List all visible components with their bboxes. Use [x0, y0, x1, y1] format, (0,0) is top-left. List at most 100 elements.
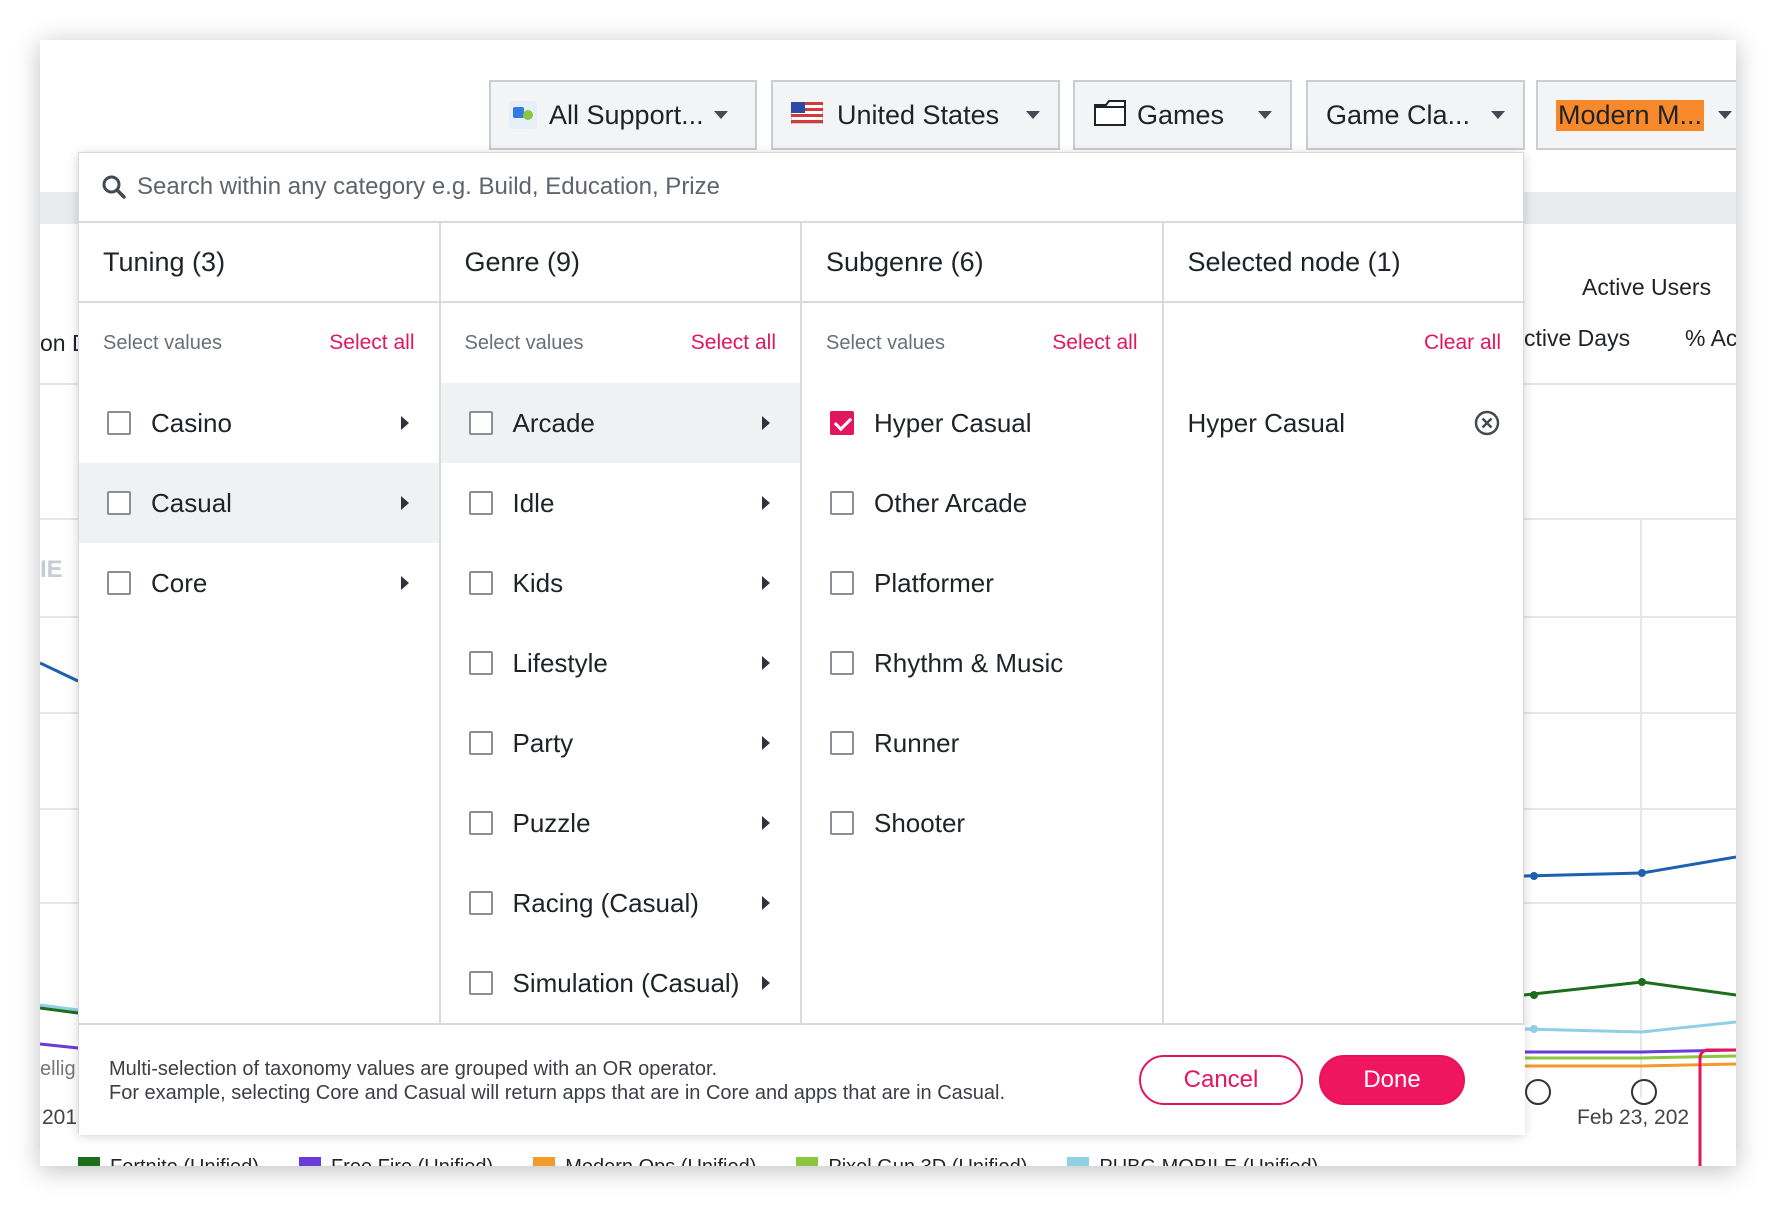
chevron-right-icon[interactable]	[762, 736, 770, 750]
legend-item[interactable]: Fortnite (Unified)	[78, 1156, 259, 1166]
select-values-label: Select values	[826, 331, 945, 354]
chart-point	[1530, 991, 1538, 999]
chevron-right-icon[interactable]	[762, 896, 770, 910]
chart-series-line	[1524, 1062, 1736, 1068]
column-title: Selected node (1)	[1163, 223, 1525, 303]
checkbox[interactable]	[830, 651, 854, 675]
chevron-right-icon[interactable]	[762, 816, 770, 830]
legend-item[interactable]: Pixel Gun 3D (Unified)	[796, 1156, 1027, 1166]
option-row[interactable]: Kids	[441, 543, 801, 623]
option-row[interactable]: Party	[441, 703, 801, 783]
select-values-label: Select values	[103, 331, 222, 354]
clear-all-link[interactable]: Clear all	[1424, 331, 1501, 355]
checkbox[interactable]	[468, 571, 493, 595]
option-row[interactable]: Hyper Casual	[802, 383, 1162, 463]
checkbox[interactable]	[830, 811, 854, 835]
done-button[interactable]: Done	[1319, 1055, 1465, 1105]
option-row[interactable]: Runner	[802, 703, 1162, 783]
column-toolbar: Select values Select all	[802, 303, 1162, 383]
option-row[interactable]: Rhythm & Music	[802, 623, 1162, 703]
selected-node-row: Hyper Casual	[1164, 383, 1526, 463]
checkbox[interactable]	[107, 411, 131, 435]
option-row[interactable]: Platformer	[802, 543, 1162, 623]
select-all-link[interactable]: Select all	[329, 331, 414, 355]
checkbox[interactable]	[468, 411, 493, 435]
legend-label: PUBG MOBILE (Unified)	[1099, 1156, 1318, 1166]
option-label: Arcade	[512, 407, 595, 438]
option-row[interactable]: Simulation (Casual)	[441, 943, 801, 1023]
select-values-label: Select values	[464, 331, 584, 354]
chart-point	[1530, 1025, 1538, 1033]
chart-legend: Fortnite (Unified) Free Fire (Unified) M…	[78, 1156, 1318, 1166]
option-label: Idle	[512, 487, 555, 518]
option-label: Lifestyle	[512, 647, 608, 678]
checkbox[interactable]	[468, 731, 493, 755]
taxonomy-picker-modal: Tuning (3) Select values Select all Casi…	[78, 152, 1525, 1135]
checkbox[interactable]	[830, 491, 854, 515]
option-label: Runner	[874, 727, 960, 758]
checkbox[interactable]	[468, 491, 493, 515]
chevron-right-icon[interactable]	[762, 656, 770, 670]
option-row[interactable]: Casino	[79, 383, 439, 463]
option-label: Casino	[151, 407, 232, 438]
chart-series-line	[1524, 1054, 1736, 1060]
column-title: Subgenre (6)	[802, 223, 1162, 303]
tuning-column: Tuning (3) Select values Select all Casi…	[79, 223, 441, 1023]
option-label: Hyper Casual	[874, 407, 1032, 438]
chevron-right-icon[interactable]	[400, 576, 409, 590]
legend-swatch	[1067, 1156, 1090, 1166]
checkbox[interactable]	[468, 891, 493, 915]
selected-list: Hyper Casual	[1164, 383, 1526, 463]
option-row[interactable]: Core	[79, 543, 439, 623]
chart-series-line	[40, 661, 79, 683]
legend-label: Modern Ops (Unified)	[565, 1156, 756, 1166]
option-label: Shooter	[874, 807, 966, 838]
option-row[interactable]: Puzzle	[441, 783, 801, 863]
chart-point	[1638, 869, 1646, 877]
chart-series-line	[1523, 855, 1736, 878]
legend-label: Pixel Gun 3D (Unified)	[828, 1156, 1027, 1166]
chevron-right-icon[interactable]	[400, 496, 409, 510]
checkbox[interactable]	[107, 571, 131, 595]
legend-item[interactable]: PUBG MOBILE (Unified)	[1067, 1156, 1318, 1166]
option-row[interactable]: Idle	[441, 463, 801, 543]
remove-circle-icon[interactable]	[1473, 409, 1501, 437]
search-input[interactable]	[137, 173, 1437, 201]
chart-series-line	[1523, 980, 1736, 997]
option-row[interactable]: Racing (Casual)	[441, 863, 801, 943]
option-row[interactable]: Lifestyle	[441, 623, 801, 703]
option-row[interactable]: Other Arcade	[802, 463, 1162, 543]
option-row[interactable]: Arcade	[440, 383, 800, 463]
chevron-right-icon[interactable]	[400, 416, 409, 430]
checkbox-checked[interactable]	[830, 411, 854, 435]
legend-item[interactable]: Free Fire (Unified)	[298, 1156, 493, 1166]
select-all-link[interactable]: Select all	[1052, 331, 1137, 355]
checkbox[interactable]	[468, 651, 493, 675]
checkbox[interactable]	[830, 571, 854, 595]
chevron-right-icon[interactable]	[762, 496, 770, 510]
chart-point	[1638, 978, 1646, 986]
checkbox[interactable]	[468, 811, 493, 835]
option-row[interactable]: Casual	[79, 463, 439, 543]
chevron-right-icon[interactable]	[762, 976, 770, 990]
checkbox[interactable]	[107, 491, 131, 515]
taxonomy-columns: Tuning (3) Select values Select all Casi…	[79, 223, 1525, 1023]
legend-swatch	[796, 1156, 819, 1166]
checkbox[interactable]	[468, 971, 493, 995]
chevron-right-icon[interactable]	[762, 576, 770, 590]
subgenre-list: Hyper Casual Other Arcade Platformer Rhythm…	[802, 383, 1162, 863]
legend-swatch	[298, 1156, 321, 1166]
annotation-bubble-icon	[1525, 1079, 1551, 1105]
chevron-right-icon[interactable]	[762, 416, 770, 430]
checkbox[interactable]	[830, 731, 854, 755]
option-label: Core	[151, 567, 208, 598]
legend-item[interactable]: Modern Ops (Unified)	[533, 1156, 756, 1166]
option-label: Kids	[512, 567, 564, 598]
chart-series-line	[40, 1042, 79, 1050]
genre-column: Genre (9) Select values Select all Arcad…	[440, 223, 802, 1023]
cancel-button[interactable]: Cancel	[1139, 1055, 1303, 1105]
tuning-list: Casino Casual Core	[79, 383, 439, 623]
select-all-link[interactable]: Select all	[691, 331, 776, 355]
option-row[interactable]: Shooter	[802, 783, 1162, 863]
column-toolbar: Select values Select all	[79, 303, 439, 383]
